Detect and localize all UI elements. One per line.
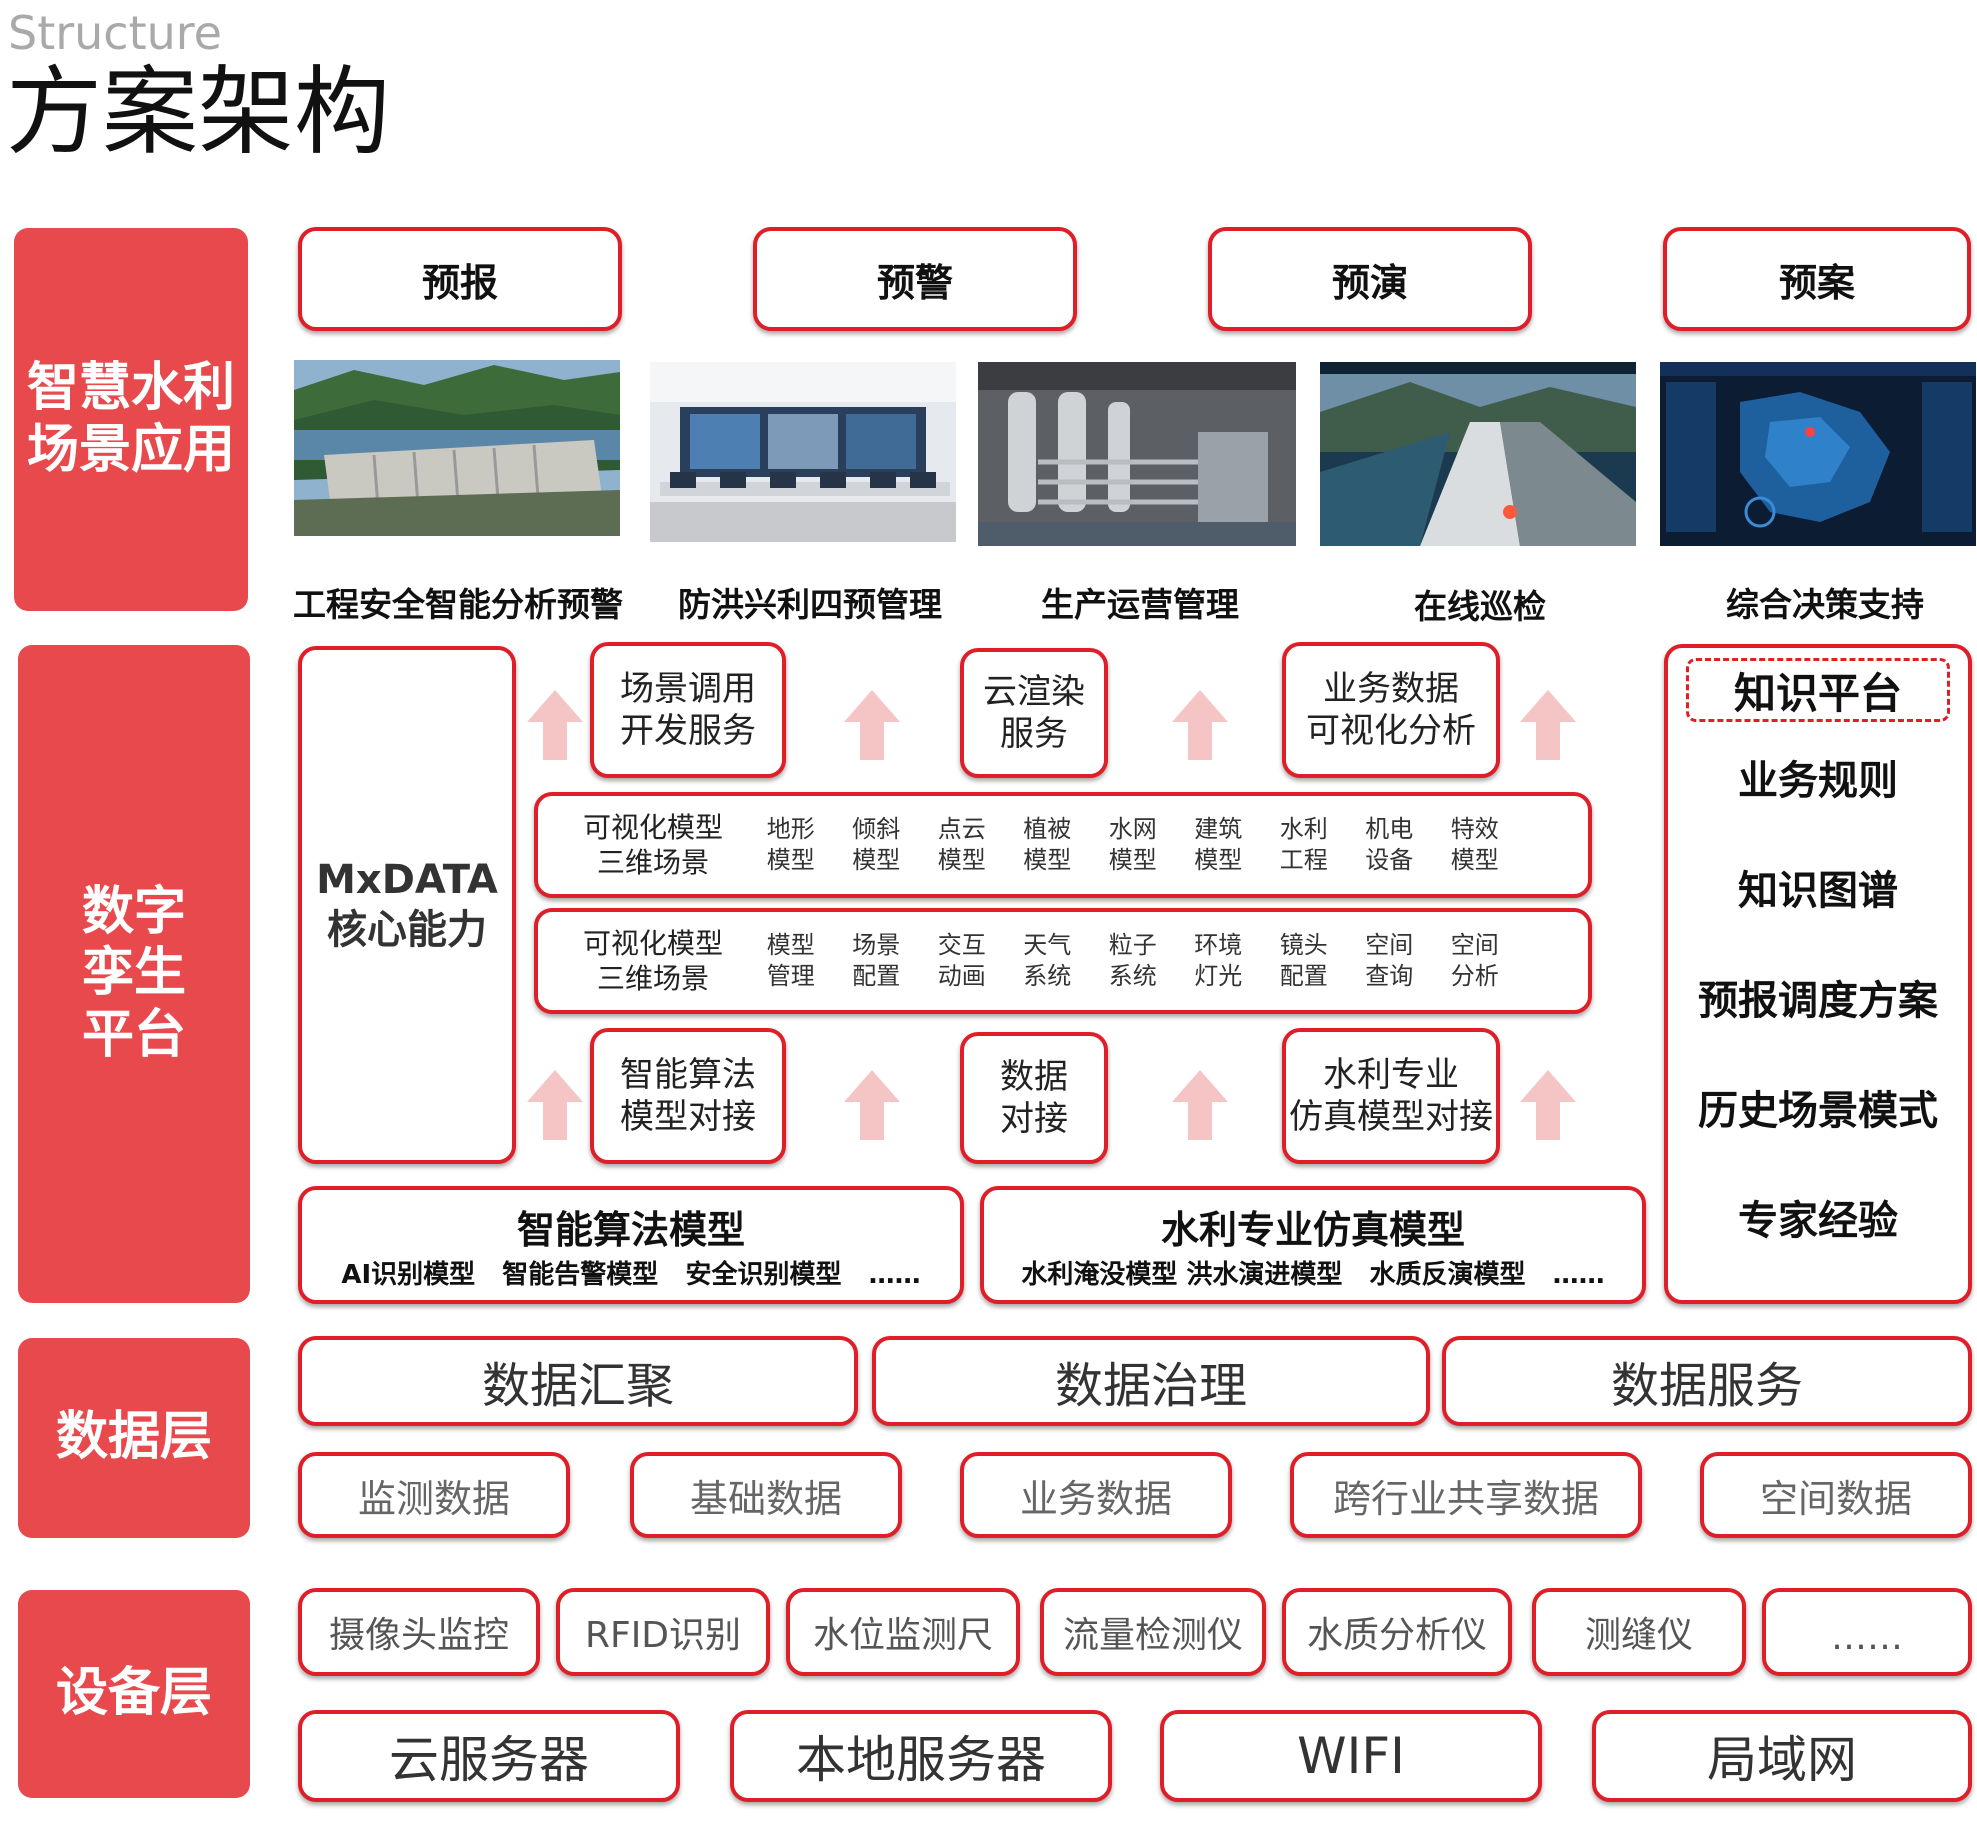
up-arrow-icon (1518, 690, 1578, 760)
model-row-head: 可视化模型 三维场景 (582, 811, 723, 879)
data-spatial[interactable]: 空间数据 (1700, 1452, 1972, 1538)
device-more[interactable]: …… (1762, 1588, 1972, 1676)
ai-algorithm-models[interactable]: 智能算法模型 AI识别模型 智能告警模型 安全识别模型 …… (298, 1186, 964, 1304)
model-cell: 机电 设备 (1365, 814, 1414, 874)
model-cell: 建筑 模型 (1194, 814, 1243, 874)
sim-models-title: 水利专业仿真模型 (1160, 1208, 1465, 1252)
device-lan[interactable]: 局域网 (1592, 1710, 1972, 1802)
up-arrow-icon (842, 690, 902, 760)
device-rfid[interactable]: RFID识别 (556, 1588, 770, 1676)
service-ai-model-docking[interactable]: 智能算法 模型对接 (590, 1028, 786, 1164)
band-data-layer: 数据层 (18, 1338, 250, 1538)
knowledge-item[interactable]: 知识图谱 (1668, 858, 1968, 916)
band-digital-twin-platform: 数字 孪生 平台 (18, 645, 250, 1303)
knowledge-item[interactable]: 业务规则 (1668, 748, 1968, 806)
data-governance[interactable]: 数据治理 (872, 1336, 1430, 1426)
data-service[interactable]: 数据服务 (1442, 1336, 1972, 1426)
caption-engineering-safety: 工程安全智能分析预警 (293, 585, 623, 624)
knowledge-item[interactable]: 历史场景模式 (1668, 1078, 1968, 1136)
up-arrow-icon (1170, 690, 1230, 760)
tab-rehearsal[interactable]: 预演 (1208, 227, 1532, 331)
service-scene-dev[interactable]: 场景调用 开发服务 (590, 642, 786, 778)
up-arrow-icon (842, 1070, 902, 1140)
knowledge-platform-header[interactable]: 知识平台 (1686, 658, 1950, 722)
model-cell: 水利 工程 (1279, 814, 1328, 874)
knowledge-item[interactable]: 预报调度方案 (1668, 968, 1968, 1026)
caption-production-operation: 生产运营管理 (1041, 585, 1239, 624)
up-arrow-icon (525, 1070, 585, 1140)
water-simulation-models[interactable]: 水利专业仿真模型 水利淹没模型 洪水演进模型 水质反演模型 …… (980, 1186, 1646, 1304)
device-cloud-server[interactable]: 云服务器 (298, 1710, 680, 1802)
data-monitoring[interactable]: 监测数据 (298, 1452, 570, 1538)
model-cell: 交互 动画 (937, 930, 986, 990)
plant-photo (978, 362, 1296, 546)
model-cell: 空间 分析 (1450, 930, 1499, 990)
up-arrow-icon (525, 690, 585, 760)
knowledge-platform-panel: 知识平台 业务规则 知识图谱 预报调度方案 历史场景模式 专家经验 (1664, 644, 1972, 1304)
tab-warning[interactable]: 预警 (753, 227, 1077, 331)
model-cell: 空间 查询 (1365, 930, 1414, 990)
caption-online-inspection: 在线巡检 (1414, 587, 1546, 626)
tab-forecast[interactable]: 预报 (298, 227, 622, 331)
english-title: Structure (8, 6, 222, 60)
model-cell: 倾斜 模型 (852, 814, 901, 874)
device-local-server[interactable]: 本地服务器 (730, 1710, 1112, 1802)
dam-photo (294, 360, 620, 536)
model-row-visual-models: 可视化模型 三维场景 地形 模型 倾斜 模型 点云 模型 植被 模型 水网 模型… (534, 792, 1592, 898)
model-cell: 地形 模型 (766, 814, 815, 874)
service-data-docking[interactable]: 数据 对接 (960, 1032, 1108, 1164)
service-data-visualization[interactable]: 业务数据 可视化分析 (1282, 642, 1500, 778)
caption-flood-management: 防洪兴利四预管理 (678, 585, 942, 624)
service-simulation-docking[interactable]: 水利专业 仿真模型对接 (1282, 1028, 1500, 1164)
control-room-photo (650, 362, 956, 542)
model-cell: 点云 模型 (937, 814, 986, 874)
model-cell: 植被 模型 (1023, 814, 1072, 874)
device-water-quality-analyzer[interactable]: 水质分析仪 (1282, 1588, 1512, 1676)
service-cloud-render[interactable]: 云渲染 服务 (960, 648, 1108, 778)
model-cell: 粒子 系统 (1108, 930, 1157, 990)
data-aggregation[interactable]: 数据汇聚 (298, 1336, 858, 1426)
caption-decision-support: 综合决策支持 (1726, 585, 1924, 624)
device-wifi[interactable]: WIFI (1160, 1710, 1542, 1802)
model-cell: 环境 灯光 (1194, 930, 1243, 990)
page-title: 方案架构 (6, 56, 390, 168)
up-arrow-icon (1518, 1070, 1578, 1140)
model-row-scene-functions: 可视化模型 三维场景 模型 管理 场景 配置 交互 动画 天气 系统 粒子 系统… (534, 908, 1592, 1014)
model-cell: 特效 模型 (1450, 814, 1499, 874)
dashboard-map-photo (1660, 362, 1976, 546)
model-cell: 场景 配置 (852, 930, 901, 990)
data-business[interactable]: 业务数据 (960, 1452, 1232, 1538)
data-cross-industry[interactable]: 跨行业共享数据 (1290, 1452, 1642, 1538)
device-crack-gauge[interactable]: 测缝仪 (1532, 1588, 1746, 1676)
ai-models-title: 智能算法模型 (516, 1208, 745, 1252)
band-device-layer: 设备层 (18, 1590, 250, 1798)
inspection-3d-photo (1320, 362, 1636, 546)
ai-models-items: AI识别模型 智能告警模型 安全识别模型 …… (341, 1260, 921, 1290)
tab-plan[interactable]: 预案 (1663, 227, 1971, 331)
model-cell: 模型 管理 (766, 930, 815, 990)
band-scene-application: 智慧水利 场景应用 (14, 228, 248, 611)
sim-models-items: 水利淹没模型 洪水演进模型 水质反演模型 …… (1021, 1260, 1605, 1290)
model-cell: 水网 模型 (1108, 814, 1157, 874)
knowledge-item[interactable]: 专家经验 (1668, 1188, 1968, 1246)
model-cell: 镜头 配置 (1279, 930, 1328, 990)
model-row-head: 可视化模型 三维场景 (582, 927, 723, 995)
mxdata-core-capability[interactable]: MxDATA 核心能力 (298, 646, 516, 1164)
device-camera[interactable]: 摄像头监控 (298, 1588, 540, 1676)
data-basic[interactable]: 基础数据 (630, 1452, 902, 1538)
device-water-gauge[interactable]: 水位监测尺 (786, 1588, 1020, 1676)
device-flow-meter[interactable]: 流量检测仪 (1040, 1588, 1266, 1676)
up-arrow-icon (1170, 1070, 1230, 1140)
model-cell: 天气 系统 (1023, 930, 1072, 990)
